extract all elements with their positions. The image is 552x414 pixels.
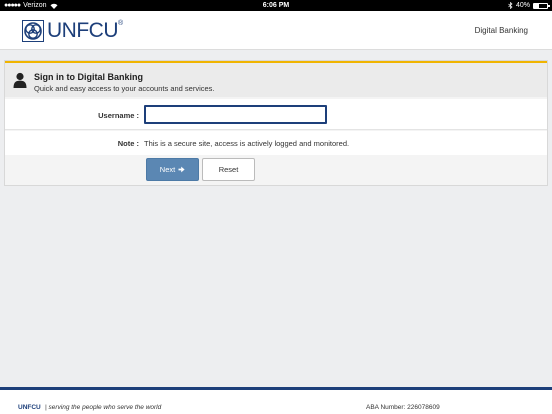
status-right: 40% [428, 2, 550, 9]
note-text: This is a secure site, access is activel… [144, 139, 350, 148]
digital-banking-link[interactable]: Digital Banking [475, 26, 528, 35]
next-button[interactable]: Next [146, 158, 199, 181]
username-label: Username : [98, 111, 139, 120]
globe-logo-icon [22, 20, 44, 42]
clock: 6:06 PM [262, 2, 290, 9]
panel-header: Sign in to Digital Banking Quick and eas… [5, 61, 547, 97]
reset-button-label: Reset [218, 165, 239, 174]
username-row: Username : [5, 99, 547, 130]
next-button-label: Next [159, 165, 176, 174]
sign-in-panel: Sign in to Digital Banking Quick and eas… [4, 60, 548, 186]
logo-text: UNFCU [47, 19, 119, 42]
wifi-icon [50, 3, 57, 9]
footer-tagline: | serving the people who serve the world [45, 404, 162, 411]
reset-button[interactable]: Reset [202, 158, 255, 181]
battery-fill [534, 3, 540, 8]
footer-brand: UNFCU [18, 404, 41, 411]
status-bar: ●●●●● Verizon 6:06 PM 40% [0, 0, 552, 11]
registered-mark: ® [118, 19, 124, 27]
app-header: UNFCU ® Digital Banking [0, 11, 552, 50]
signal-icon: ●●●●● [4, 2, 21, 9]
aba-number: ABA Number: 226078609 [366, 404, 440, 411]
panel-title: Sign in to Digital Banking [34, 72, 143, 82]
status-left: ●●●●● Verizon [4, 2, 124, 9]
carrier-label: Verizon [23, 2, 47, 9]
page-footer: UNFCU | serving the people who serve the… [0, 387, 552, 414]
note-label: Note : [117, 139, 139, 148]
unfcu-logo[interactable]: UNFCU ® [22, 18, 123, 44]
arrow-right-icon [178, 166, 185, 173]
battery-icon [533, 2, 550, 9]
panel-subtitle: Quick and easy access to your accounts a… [34, 84, 215, 93]
user-icon [13, 72, 27, 88]
username-input[interactable] [144, 105, 327, 124]
note-row: Note : This is a secure site, access is … [5, 131, 547, 155]
battery-percent: 40% [515, 2, 530, 9]
bluetooth-icon [508, 2, 513, 9]
